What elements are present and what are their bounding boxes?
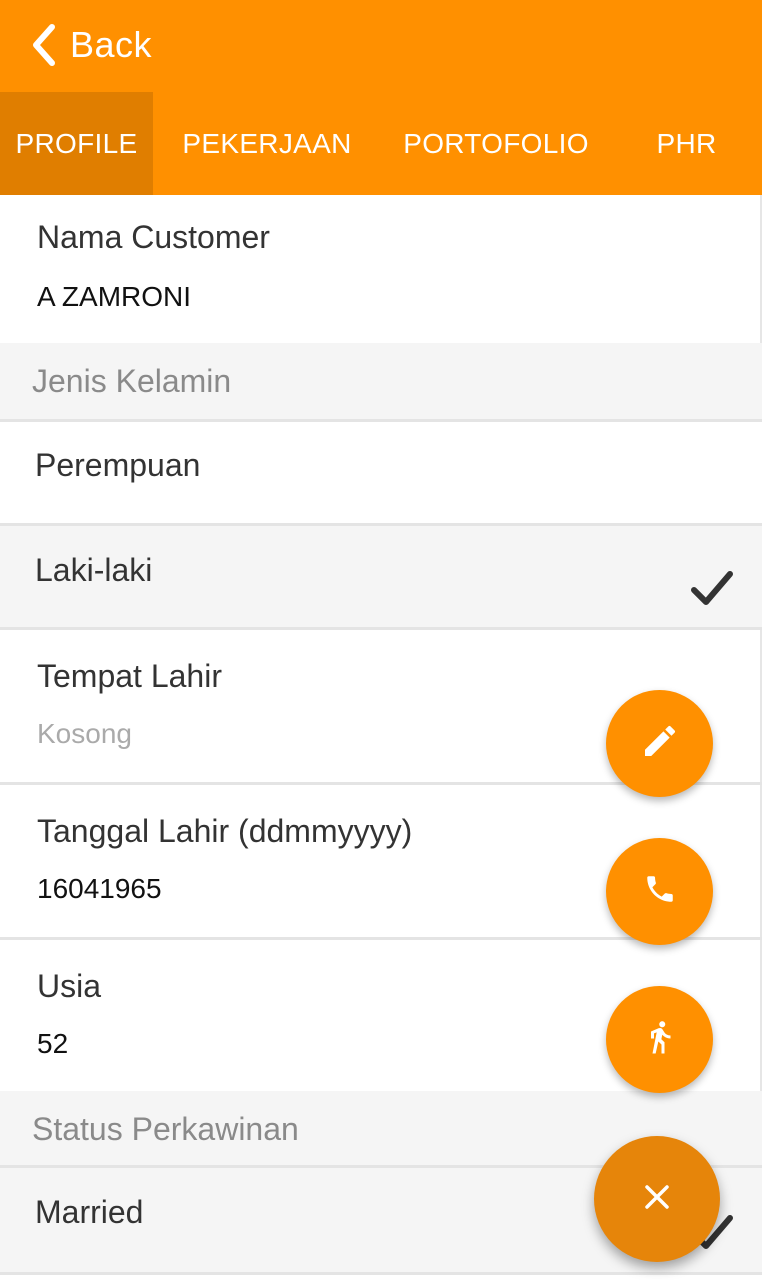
edit-fab-button[interactable] bbox=[606, 690, 713, 797]
option-perempuan[interactable]: Perempuan bbox=[0, 422, 762, 523]
back-label: Back bbox=[70, 24, 153, 65]
phone-icon bbox=[643, 872, 677, 911]
jenis-kelamin-header: Jenis Kelamin bbox=[0, 343, 762, 419]
close-fab-button[interactable] bbox=[594, 1136, 720, 1262]
tanggal-lahir-value: 16041965 bbox=[37, 873, 162, 904]
nama-customer-value: A ZAMRONI bbox=[37, 281, 192, 312]
tab-profile[interactable]: PROFILE bbox=[0, 92, 153, 195]
walking-person-icon bbox=[642, 1017, 678, 1062]
checkmark-icon bbox=[690, 568, 734, 613]
nama-customer-field[interactable]: Nama Customer A ZAMRONI bbox=[0, 195, 762, 343]
status-perkawinan-label: Status Perkawinan bbox=[32, 1111, 299, 1147]
jenis-kelamin-label: Jenis Kelamin bbox=[32, 363, 232, 399]
tempat-lahir-placeholder: Kosong bbox=[37, 718, 132, 749]
tempat-lahir-label: Tempat Lahir bbox=[37, 658, 222, 694]
visit-fab-button[interactable] bbox=[606, 986, 713, 1093]
option-laki-laki-label: Laki-laki bbox=[35, 552, 153, 588]
option-perempuan-label: Perempuan bbox=[35, 447, 201, 483]
back-button[interactable]: Back bbox=[30, 20, 152, 70]
nama-customer-label: Nama Customer bbox=[37, 219, 270, 255]
close-icon bbox=[643, 1183, 671, 1216]
option-married-label: Married bbox=[35, 1194, 144, 1230]
tab-portofolio[interactable]: PORTOFOLIO bbox=[381, 92, 611, 195]
pencil-icon bbox=[640, 721, 680, 766]
tab-phr[interactable]: PHR bbox=[611, 92, 762, 195]
app-bar: Back bbox=[0, 0, 762, 92]
option-laki-laki[interactable]: Laki-laki bbox=[0, 526, 762, 627]
usia-value: 52 bbox=[37, 1028, 69, 1059]
usia-label: Usia bbox=[37, 968, 102, 1004]
divider bbox=[0, 1272, 762, 1275]
tab-bar: PROFILE PEKERJAAN PORTOFOLIO PHR bbox=[0, 92, 762, 195]
chevron-left-icon bbox=[30, 23, 56, 67]
tanggal-lahir-label: Tanggal Lahir (ddmmyyyy) bbox=[37, 813, 413, 849]
tab-pekerjaan[interactable]: PEKERJAAN bbox=[153, 92, 381, 195]
call-fab-button[interactable] bbox=[606, 838, 713, 945]
